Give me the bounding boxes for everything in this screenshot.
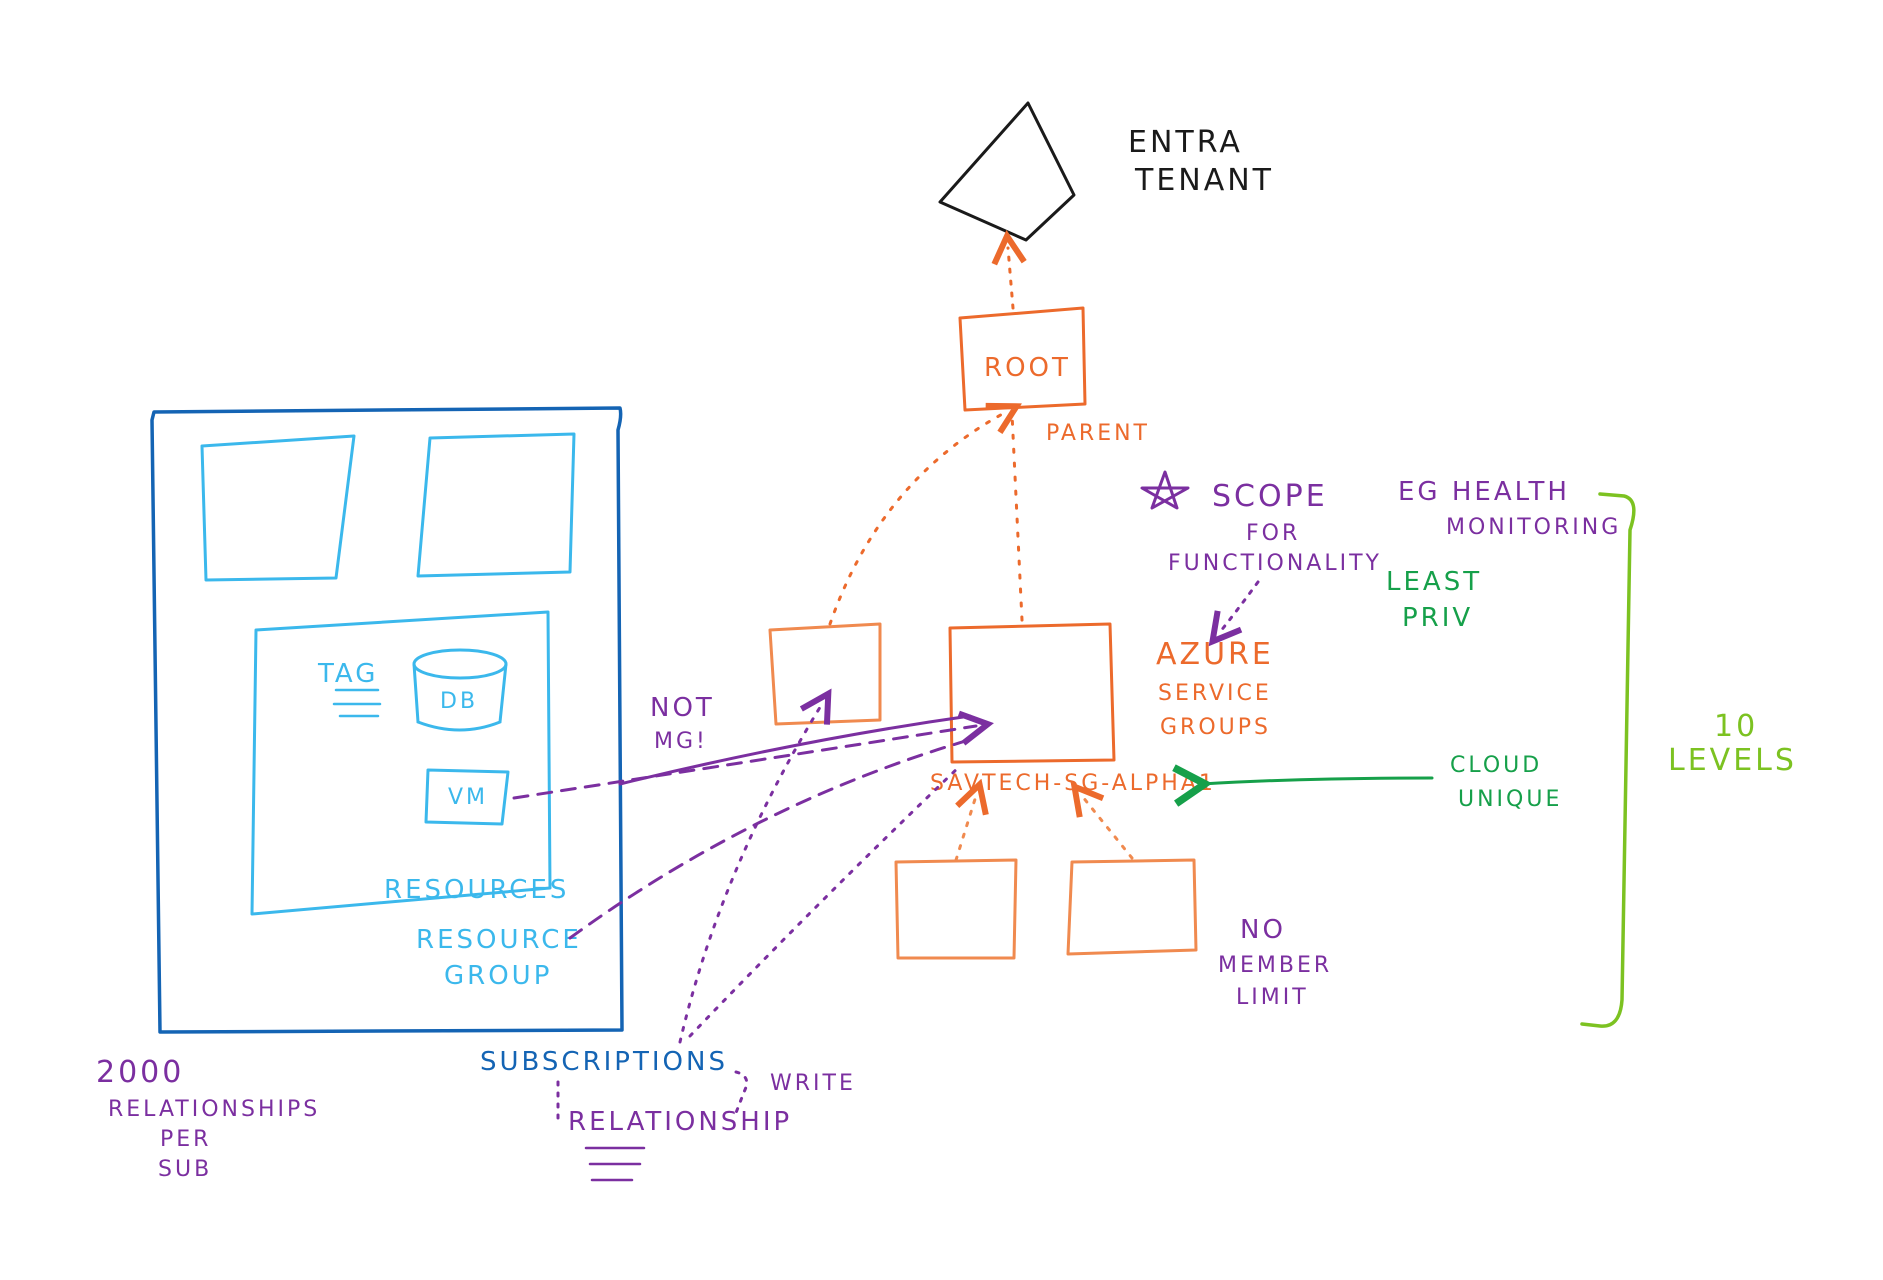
cloud-unique-arrow xyxy=(1202,778,1434,784)
tag-label: TAG xyxy=(317,659,378,689)
least-priv-line1: LEAST xyxy=(1386,567,1482,597)
resource-group-line1: RESOURCE xyxy=(416,925,582,955)
tenant-label-line2: TENANT xyxy=(1134,163,1274,198)
cloud-unique-line1: CLOUD xyxy=(1450,753,1542,778)
subscription-to-main-group-arrow xyxy=(688,764,962,1038)
service-groups-line3: GROUPS xyxy=(1160,715,1271,740)
child-group-box-left xyxy=(894,858,1018,960)
subscriptions-label: SUBSCRIPTIONS xyxy=(480,1047,728,1077)
levels-line1: 10 xyxy=(1714,709,1758,744)
service-groups-line1: AZURE xyxy=(1156,637,1274,672)
star-icon xyxy=(1140,470,1190,510)
child-left-to-main-arrow xyxy=(954,796,976,862)
tag-underline xyxy=(332,688,382,718)
resource-group-relationship-arrow xyxy=(568,736,978,940)
resource-box-top-left xyxy=(200,434,356,582)
no-member-line3: LIMIT xyxy=(1236,985,1309,1010)
cloud-unique-line2: UNIQUE xyxy=(1458,787,1562,812)
root-label: ROOT xyxy=(984,353,1071,383)
resource-group-line2: GROUP xyxy=(444,961,552,991)
limit-line3: SUB xyxy=(158,1157,212,1182)
relationship-label: RELATIONSHIP xyxy=(568,1107,792,1137)
least-priv-line2: PRIV xyxy=(1402,603,1473,633)
resource-box-top-right xyxy=(416,432,576,578)
service-groups-line2: SERVICE xyxy=(1158,681,1272,706)
service-group-box-main xyxy=(948,622,1116,764)
db-label: DB xyxy=(440,689,478,714)
scope-to-service-groups-arrow xyxy=(1220,580,1260,632)
scope-line2: FOR xyxy=(1246,521,1300,546)
scope-line3: FUNCTIONALITY xyxy=(1168,551,1382,576)
resource-group-box xyxy=(250,610,552,916)
tenant-diamond-icon xyxy=(938,101,1076,242)
service-group-box-left xyxy=(768,622,882,726)
relationship-underline xyxy=(584,1146,646,1182)
scope-line1: SCOPE xyxy=(1212,479,1328,514)
diagram-canvas: ENTRA TENANT ROOT PARENT SAVTECH-SG-ALPH… xyxy=(96,101,1797,1182)
no-member-line1: NO xyxy=(1240,915,1286,945)
no-member-line2: MEMBER xyxy=(1218,953,1332,978)
resources-label: RESOURCES xyxy=(384,875,569,905)
limit-count: 2000 xyxy=(96,1055,184,1090)
child-right-to-main-arrow xyxy=(1082,796,1134,860)
whiteboard-diagram: ENTRA TENANT ROOT PARENT SAVTECH-SG-ALPH… xyxy=(0,0,1883,1275)
not-mg-line1: NOT xyxy=(650,693,715,723)
child-group-box-right xyxy=(1066,858,1198,956)
vm-relationship-arrow xyxy=(512,726,976,800)
main-group-to-root-line xyxy=(1010,412,1024,622)
not-mg-line2: MG! xyxy=(654,729,708,754)
vm-label: VM xyxy=(448,785,488,810)
levels-line2: LEVELS xyxy=(1668,743,1797,778)
limit-line2: PER xyxy=(160,1127,211,1152)
limit-line1: RELATIONSHIPS xyxy=(108,1097,320,1122)
tenant-label-line1: ENTRA xyxy=(1128,125,1243,160)
root-to-tenant-arrow xyxy=(1008,248,1013,310)
parent-label: PARENT xyxy=(1046,421,1150,446)
write-label: WRITE xyxy=(770,1071,856,1096)
levels-brace xyxy=(1580,492,1636,1028)
left-group-to-root-arrow xyxy=(828,412,1006,626)
service-group-name: SAVTECH-SG-ALPHA1 xyxy=(930,771,1216,796)
scope-example-line2: MONITORING xyxy=(1446,515,1621,540)
scope-example-line1: EG HEALTH xyxy=(1398,477,1570,507)
